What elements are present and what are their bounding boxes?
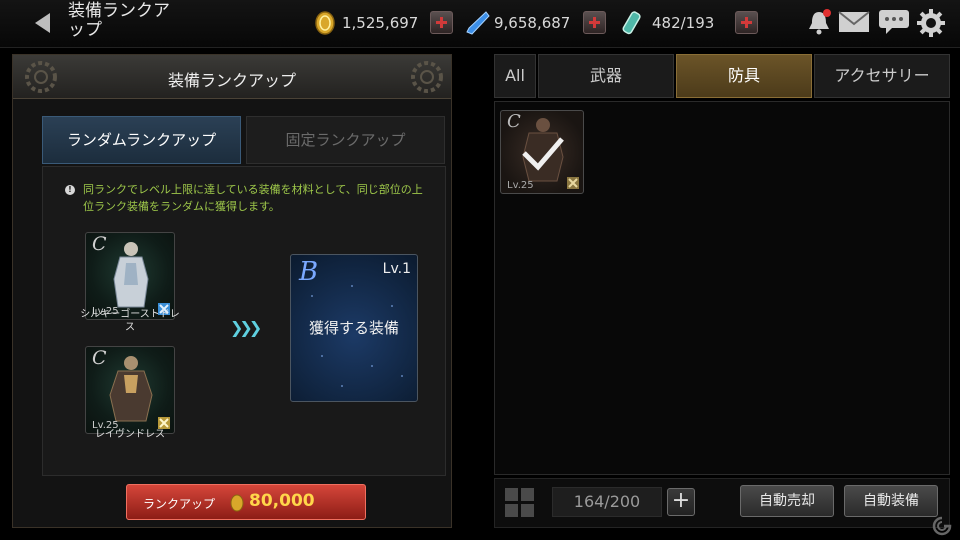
description-text: 同ランクでレベル上限に達している装備を材料として、同じ部位の上位ランク装備をラン…: [83, 183, 423, 213]
add-crystal-button[interactable]: [583, 11, 606, 34]
material-item-1[interactable]: C Lv.25: [85, 232, 175, 320]
watermark-logo-icon: [932, 516, 952, 536]
class-badge-icon: [567, 177, 579, 189]
item-grade: C: [92, 233, 107, 255]
item-level: Lv.25: [507, 180, 534, 191]
add-stamina-button[interactable]: [735, 11, 758, 34]
stamina-vial-icon: [622, 11, 641, 35]
expand-inventory-button[interactable]: +: [667, 488, 695, 516]
gear-icon[interactable]: [916, 8, 946, 38]
info-icon: !: [65, 185, 75, 195]
panel-title: 装備ランクアップ: [167, 71, 296, 90]
top-bar: 装備ランクアップ 1,525,697 9,658,687 482/193: [0, 0, 960, 48]
material-item-2[interactable]: C Lv.25: [85, 346, 175, 434]
add-gold-button[interactable]: [430, 11, 453, 34]
dress-armor-icon: [113, 242, 149, 308]
tab-all[interactable]: All: [494, 54, 536, 98]
panel-header: 装備ランクアップ: [13, 55, 451, 99]
mail-icon[interactable]: [838, 10, 870, 34]
chat-icon[interactable]: [878, 9, 910, 35]
gold-coin-icon: [230, 494, 244, 512]
material-name-2: レイヴンドレス: [95, 429, 165, 440]
result-label: 獲得する装備: [308, 319, 399, 337]
inventory-item[interactable]: C Lv.25: [500, 110, 584, 194]
crystal-resource: 9,658,687: [466, 10, 586, 36]
gold-coin-icon: [315, 11, 335, 35]
bell-icon[interactable]: [806, 8, 832, 36]
gold-amount: 1,525,697: [342, 14, 419, 32]
crystal-amount: 9,658,687: [494, 14, 571, 32]
dress-armor-icon: [109, 356, 153, 422]
tab-armor[interactable]: 防具: [676, 54, 812, 98]
tab-fixed-rank-up[interactable]: 固定ランクアップ: [246, 116, 445, 164]
result-item-card: B Lv.1 獲得する装備: [290, 254, 418, 402]
tab-weapon[interactable]: 武器: [538, 54, 674, 98]
stamina-amount: 482/193: [652, 14, 715, 32]
check-icon: [522, 137, 564, 171]
arrows-icon: ❯❯❯: [230, 318, 262, 337]
result-level: Lv.1: [382, 261, 411, 277]
inventory-count: 164/200: [552, 487, 662, 517]
gear-decoration-icon: [411, 61, 443, 93]
auto-sell-button[interactable]: 自動売却: [740, 485, 834, 517]
auto-equip-button[interactable]: 自動装備: [844, 485, 938, 517]
rank-up-button[interactable]: ランクアップ 80,000: [126, 484, 366, 520]
tab-accessory[interactable]: アクセサリー: [814, 54, 950, 98]
material-name-1: シルキーゴーストドレス: [80, 309, 180, 333]
rank-up-cost: 80,000: [249, 491, 315, 511]
grid-icon[interactable]: [505, 488, 535, 518]
tab-random-rank-up[interactable]: ランダムランクアップ: [42, 116, 241, 164]
back-arrow-icon[interactable]: [30, 10, 56, 36]
page-title: 装備ランクアップ: [68, 1, 170, 40]
stamina-resource: 482/193: [620, 10, 730, 36]
rank-up-label: ランクアップ: [143, 497, 216, 511]
item-grade: C: [507, 111, 521, 132]
crystal-icon: [466, 11, 490, 35]
item-grade: C: [92, 347, 107, 369]
result-grade: B: [299, 257, 319, 287]
